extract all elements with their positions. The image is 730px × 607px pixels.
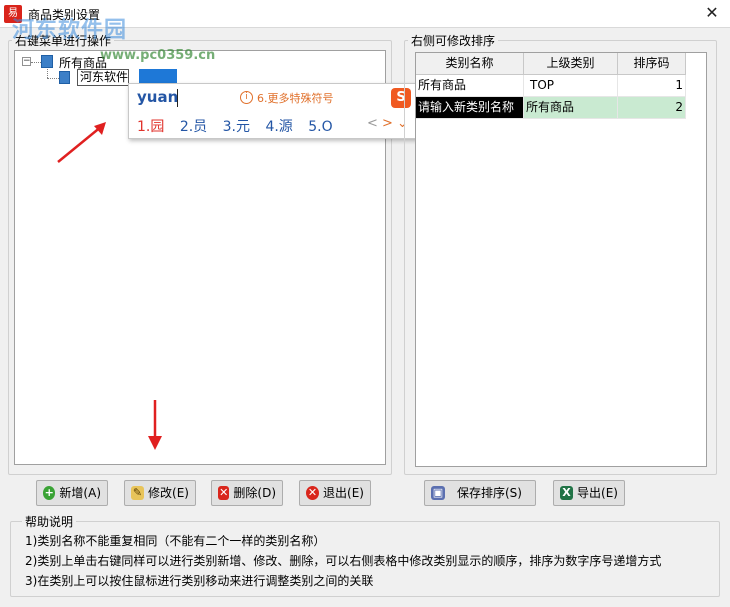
help-line: 1)类别名称不能重复相同（不能有二个一样的类别名称）: [25, 534, 326, 548]
delete-x-icon: ✕: [218, 486, 230, 500]
table-row[interactable]: 请输入新类别名称 所有商品 2: [416, 97, 686, 119]
save-disk-icon: ▣: [431, 486, 445, 500]
info-icon: i: [240, 91, 253, 104]
add-button[interactable]: + 新增(A): [36, 480, 108, 506]
category-sort-table: 类别名称 上级类别 排序码 所有商品 TOP 1 请输入新类别名称 所有商品 2: [415, 52, 707, 467]
cell-parent[interactable]: TOP: [524, 75, 618, 97]
ime-candidate[interactable]: 1.园: [137, 116, 164, 136]
delete-button-label: 删除(D): [233, 486, 276, 500]
help-line: 3)在类别上可以按住鼠标进行类别移动来进行调整类别之间的关联: [25, 574, 374, 588]
red-arrow-icon: [57, 122, 106, 163]
help-section: 1)类别名称不能重复相同（不能有二个一样的类别名称） 2)类别上单击右键同样可以…: [10, 521, 720, 597]
column-header-name[interactable]: 类别名称: [416, 53, 524, 75]
ime-prev-icon[interactable]: <: [367, 116, 378, 131]
cell-name-editing[interactable]: 请输入新类别名称: [416, 97, 524, 119]
folder-icon: [41, 55, 53, 68]
edit-button[interactable]: ✎ 修改(E): [124, 480, 196, 506]
cell-name[interactable]: 所有商品: [416, 75, 524, 97]
help-legend: 帮助说明: [22, 513, 77, 530]
table-row[interactable]: 所有商品 TOP 1: [416, 75, 686, 97]
ime-candidate[interactable]: 5.O: [308, 119, 332, 135]
tree-node-edit-input[interactable]: 河东软件: [77, 69, 129, 86]
ime-hint[interactable]: 6.更多特殊符号: [257, 90, 334, 106]
table-header: 类别名称 上级类别 排序码: [416, 53, 686, 75]
exit-icon: ✕: [306, 486, 320, 500]
add-icon: +: [43, 486, 56, 500]
cell-order[interactable]: 2: [618, 97, 686, 119]
exit-button-label: 退出(E): [323, 486, 364, 500]
ime-candidates: 1.园 2.员 3.元 4.源 5.O: [137, 116, 344, 136]
excel-icon: X: [560, 486, 574, 500]
save-order-button-label: 保存排序(S): [457, 486, 522, 500]
cell-order[interactable]: 1: [618, 75, 686, 97]
export-button-label: 导出(E): [577, 486, 618, 500]
sort-group-legend: 右侧可修改排序: [408, 32, 499, 49]
edit-button-label: 修改(E): [148, 486, 189, 500]
exit-button[interactable]: ✕ 退出(E): [299, 480, 371, 506]
export-button[interactable]: X 导出(E): [553, 480, 625, 506]
close-button[interactable]: ✕: [702, 3, 722, 23]
column-header-order[interactable]: 排序码: [618, 53, 686, 75]
tree-expander-icon[interactable]: −: [22, 57, 31, 66]
cell-parent[interactable]: 所有商品: [524, 97, 618, 119]
help-line: 2)类别上单击右键同样可以进行类别新增、修改、删除，可以右侧表格中修改类别显示的…: [25, 554, 662, 568]
ime-candidate[interactable]: 2.员: [180, 116, 207, 136]
ime-pinyin: yuan: [137, 88, 179, 106]
watermark-url: www.pc0359.cn: [100, 48, 216, 63]
ime-caret: [177, 89, 178, 107]
column-header-parent[interactable]: 上级类别: [524, 53, 618, 75]
red-arrow-icon: [148, 400, 162, 450]
watermark-logo: 河东软件园: [12, 18, 128, 43]
ime-next-icon[interactable]: >: [382, 116, 393, 131]
ime-candidate-popup: yuan i 6.更多特殊符号 S 1.园 2.员 3.元 4.源 5.O < …: [128, 83, 418, 139]
ime-candidate[interactable]: 4.源: [265, 116, 292, 136]
add-button-label: 新增(A): [59, 486, 101, 500]
delete-button[interactable]: ✕ 删除(D): [211, 480, 283, 506]
category-node-icon: [59, 71, 70, 84]
pencil-icon: ✎: [131, 486, 145, 500]
save-order-button[interactable]: ▣ 保存排序(S): [424, 480, 536, 506]
ime-candidate[interactable]: 3.元: [223, 116, 250, 136]
